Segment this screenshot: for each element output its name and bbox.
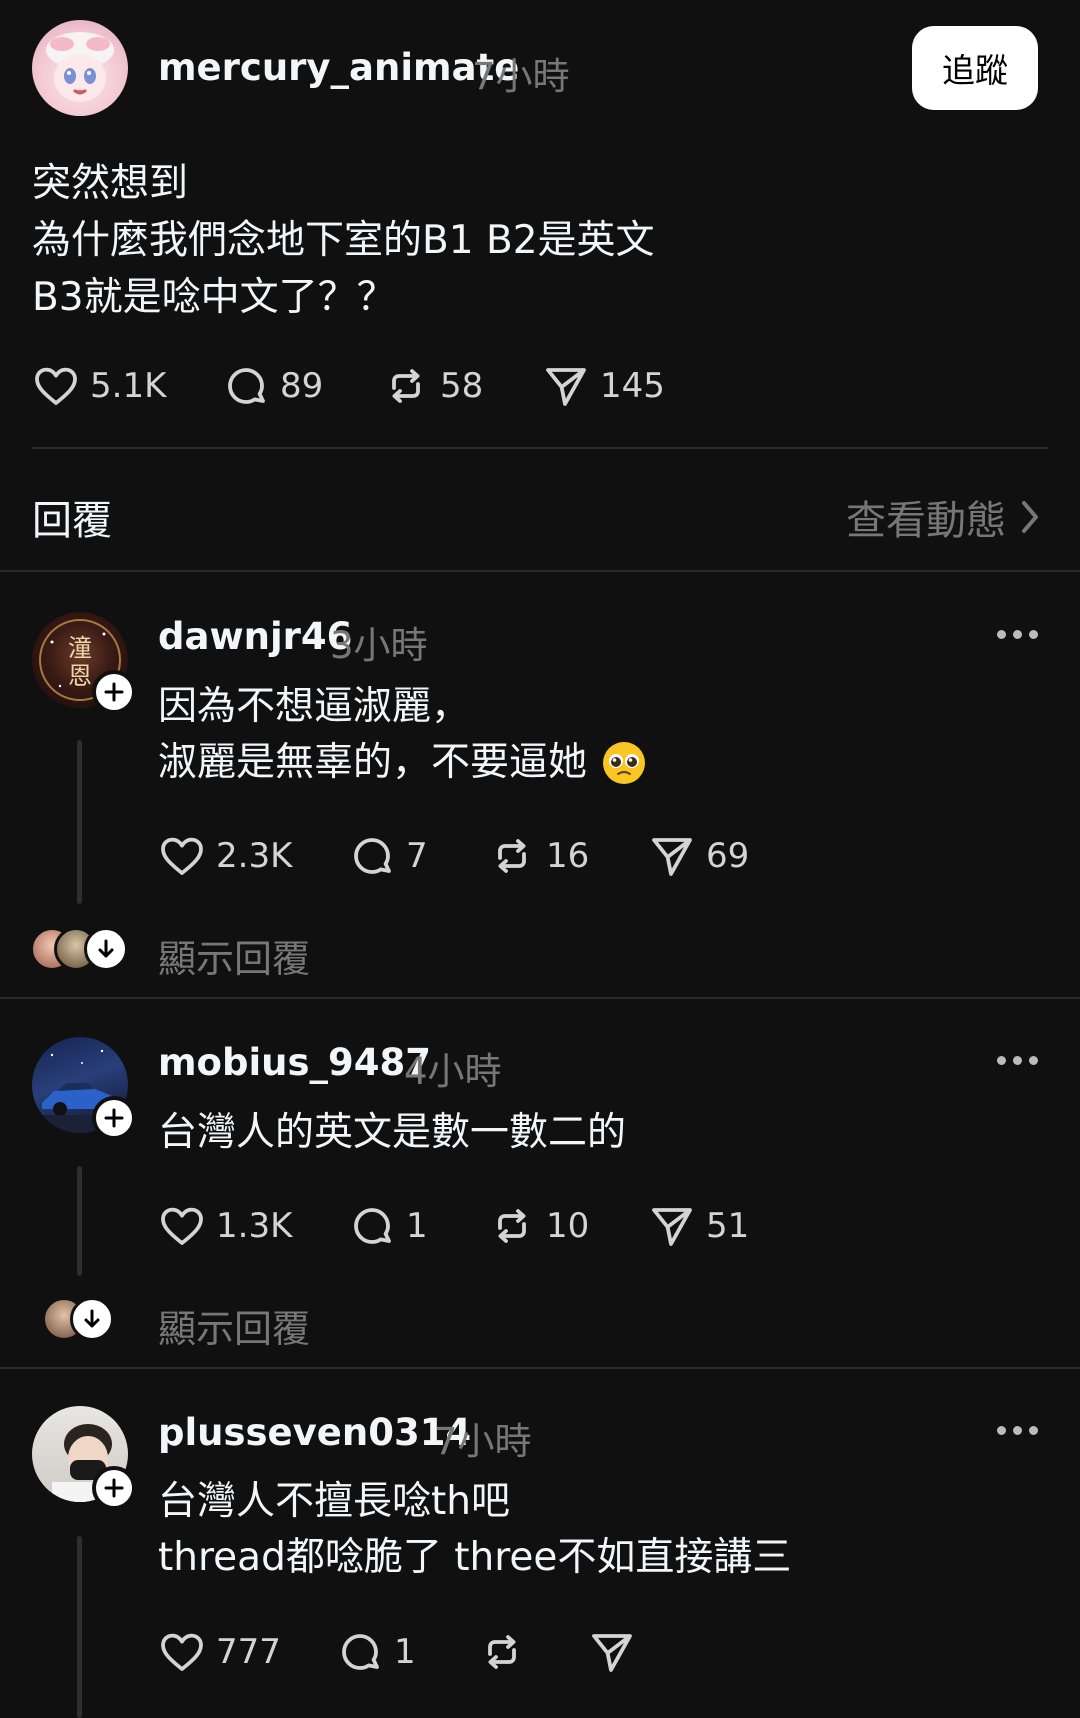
post-share-count: 145 <box>600 366 665 406</box>
anime-girl-avatar-art <box>46 32 114 102</box>
reply-divider <box>0 997 1080 999</box>
post-share-button[interactable]: 145 <box>542 362 665 410</box>
more-options-icon[interactable] <box>997 1056 1038 1065</box>
reply-divider <box>0 1367 1080 1369</box>
send-icon <box>546 368 586 406</box>
follow-plus-button[interactable] <box>92 1466 136 1510</box>
reply-share-button[interactable] <box>588 1628 636 1676</box>
reply-share-count: 69 <box>706 836 750 876</box>
reply-comment-button[interactable]: 1 <box>336 1628 416 1676</box>
reply-username[interactable]: mobius_9487 <box>158 1041 431 1084</box>
reply-like-button[interactable]: 777 <box>158 1628 281 1676</box>
view-activity-label: 查看動態 <box>846 498 1006 544</box>
reply-like-button[interactable]: 2.3K <box>158 832 292 880</box>
expand-replies-button[interactable] <box>84 927 128 971</box>
arrow-down-icon <box>98 939 114 958</box>
thread-line <box>77 740 82 904</box>
post-divider <box>32 447 1048 449</box>
comment-bubble-icon <box>354 1208 391 1244</box>
send-icon <box>652 838 692 876</box>
post-repost-count: 58 <box>440 366 484 406</box>
expand-replies-button[interactable] <box>70 1297 114 1341</box>
reply-comment-count: 1 <box>394 1632 416 1672</box>
show-replies-link[interactable]: 顯示回覆 <box>158 928 310 983</box>
reply-like-count: 777 <box>216 1632 281 1672</box>
reply-repost-button[interactable]: 16 <box>488 832 589 880</box>
reply-share-button[interactable]: 51 <box>648 1202 749 1250</box>
comment-bubble-icon <box>354 838 391 874</box>
reply-repost-button[interactable]: 10 <box>488 1202 589 1250</box>
show-replies-link[interactable]: 顯示回覆 <box>158 1298 310 1353</box>
reply-share-count: 51 <box>706 1206 750 1246</box>
repost-icon <box>498 1209 526 1243</box>
post-like-count: 5.1K <box>90 366 167 406</box>
reply-body-line-1: 台灣人不擅長唸th吧 <box>158 1479 511 1524</box>
post-like-button[interactable]: 5.1K <box>32 362 166 410</box>
reply-body-line-2-wrapper: 淑麗是無辜的，不要逼她 <box>158 734 647 791</box>
reply-timestamp: 4小時 <box>404 1050 502 1093</box>
reply-like-button[interactable]: 1.3K <box>158 1202 292 1250</box>
comment-bubble-icon <box>342 1634 379 1670</box>
header-divider <box>0 570 1080 572</box>
post-timestamp: 7小時 <box>472 55 570 98</box>
more-options-icon[interactable] <box>997 630 1038 639</box>
author-avatar[interactable] <box>32 20 128 116</box>
pleading-face-emoji-icon <box>603 741 646 784</box>
thread-line <box>77 1166 82 1276</box>
reply-body-line-2: 淑麗是無辜的，不要逼她 <box>158 740 588 785</box>
reply-comment-count: 1 <box>406 1206 428 1246</box>
reply-share-button[interactable]: 69 <box>648 832 749 880</box>
reply-body-line-1: 因為不想逼淑麗， <box>158 684 471 729</box>
reply-timestamp: 7小時 <box>434 1420 532 1463</box>
arrow-down-icon <box>84 1309 100 1328</box>
view-activity-link[interactable]: 查看動態 <box>846 488 1042 546</box>
reply-repost-count: 16 <box>546 836 590 876</box>
reply-username[interactable]: plusseven0314 <box>158 1411 471 1454</box>
reply-like-count: 2.3K <box>216 836 293 876</box>
post-repost-button[interactable]: 58 <box>382 362 483 410</box>
follow-plus-button[interactable] <box>92 1096 136 1140</box>
post-body-line-1: 突然想到 <box>32 161 189 206</box>
follow-button-label: 追蹤 <box>942 51 1008 90</box>
plus-icon <box>104 1108 124 1128</box>
post-body-line-3: B3就是唸中文了？？ <box>32 275 396 320</box>
reply-comment-button[interactable]: 7 <box>348 832 428 880</box>
follow-button[interactable]: 追蹤 <box>912 26 1038 110</box>
author-username[interactable]: mercury_animate <box>158 46 519 89</box>
plus-icon <box>104 682 124 702</box>
chevron-right-icon <box>1022 501 1038 533</box>
avatar-glyph-1: 潼 <box>68 634 92 662</box>
reply-body-line-1: 台灣人的英文是數一數二的 <box>158 1110 627 1155</box>
post-comment-button[interactable]: 89 <box>222 362 323 410</box>
avatar-glyph-2: 恩 <box>68 662 92 690</box>
reply-comment-button[interactable]: 1 <box>348 1202 428 1250</box>
reply-repost-count: 10 <box>546 1206 590 1246</box>
send-icon <box>652 1208 692 1246</box>
heart-icon <box>35 367 77 405</box>
heart-icon <box>161 1633 203 1671</box>
replies-header-title: 回覆 <box>32 498 112 544</box>
reply-timestamp: 3小時 <box>330 624 428 667</box>
send-icon <box>592 1634 632 1672</box>
comment-bubble-icon <box>228 368 265 404</box>
thread-line <box>77 1536 82 1718</box>
reply-like-count: 1.3K <box>216 1206 293 1246</box>
more-options-icon[interactable] <box>997 1426 1038 1435</box>
post-comment-count: 89 <box>280 366 324 406</box>
plus-icon <box>104 1478 124 1498</box>
reply-comment-count: 7 <box>406 836 428 876</box>
reply-repost-button[interactable] <box>478 1628 526 1676</box>
post-body-line-2: 為什麼我們念地下室的B1 B2是英文 <box>32 218 655 263</box>
repost-icon <box>498 839 526 873</box>
follow-plus-button[interactable] <box>92 670 136 714</box>
heart-icon <box>161 837 203 875</box>
heart-icon <box>161 1207 203 1245</box>
repost-icon <box>392 369 420 403</box>
reply-body-line-2: thread都唸脆了 three不如直接講三 <box>158 1535 792 1580</box>
reply-username[interactable]: dawnjr46 <box>158 615 352 658</box>
repost-icon <box>488 1635 516 1669</box>
